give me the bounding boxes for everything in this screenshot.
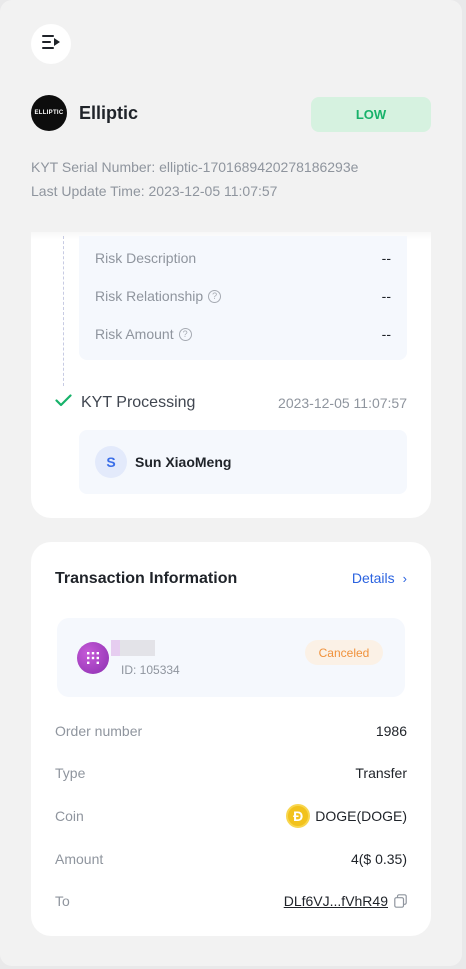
- coin-value: DOGE(DOGE): [315, 808, 407, 824]
- transaction-id: ID: 105334: [121, 663, 180, 677]
- details-link[interactable]: Details ›: [352, 570, 407, 586]
- order-number-value: 1986: [375, 723, 407, 739]
- risk-relationship-row: Risk Relationship ? --: [95, 286, 391, 306]
- kyt-serial-number: KYT Serial Number: elliptic-170168942027…: [31, 159, 359, 175]
- coin-row: Coin Ð DOGE(DOGE): [55, 804, 407, 828]
- operator-name: Sun XiaoMeng: [135, 454, 232, 470]
- risk-level-badge: LOW: [311, 97, 431, 132]
- field-label: Amount: [55, 851, 104, 867]
- copy-icon[interactable]: [394, 894, 407, 908]
- help-icon[interactable]: ?: [178, 327, 192, 341]
- chevron-right-icon: ›: [402, 570, 407, 586]
- field-label: Coin: [55, 808, 84, 824]
- operator-box: S Sun XiaoMeng: [79, 430, 407, 494]
- provider-name: Elliptic: [79, 102, 139, 123]
- risk-amount-row: Risk Amount ? --: [95, 324, 391, 344]
- timeline-connector: [63, 236, 64, 386]
- risk-description-label: Risk Description: [95, 250, 197, 266]
- kyt-processing-step: KYT Processing 2023-12-05 11:07:57: [55, 392, 407, 414]
- check-icon: [55, 394, 72, 412]
- status-badge: Canceled: [305, 640, 383, 665]
- type-value: Transfer: [355, 765, 407, 781]
- step-time: 2023-12-05 11:07:57: [278, 395, 407, 411]
- risk-description-value: --: [381, 250, 391, 266]
- provider-header: ELLIPTIC Elliptic: [31, 95, 138, 131]
- elliptic-logo: ELLIPTIC: [31, 95, 67, 131]
- menu-toggle-button[interactable]: [31, 24, 71, 64]
- field-label: To: [55, 893, 70, 909]
- menu-collapse-icon: [41, 34, 61, 55]
- risk-relationship-label: Risk Relationship: [95, 288, 204, 304]
- risk-info-box: Risk Description -- Risk Relationship ? …: [79, 236, 407, 360]
- details-label: Details: [351, 570, 395, 586]
- avatar: S: [95, 446, 127, 478]
- risk-relationship-value: --: [381, 288, 391, 304]
- doge-coin-icon: Ð: [286, 804, 311, 828]
- field-label: Type: [55, 765, 86, 781]
- risk-description-row: Risk Description --: [95, 248, 391, 268]
- risk-amount-value: --: [381, 326, 391, 342]
- transaction-summary-box: ID: 105334 Canceled: [57, 618, 405, 697]
- risk-amount-label: Risk Amount: [95, 326, 174, 342]
- step-title: KYT Processing: [81, 394, 196, 411]
- help-icon[interactable]: ?: [208, 289, 222, 303]
- amount-row: Amount 4($ 0.35): [55, 849, 407, 869]
- to-address-row: To DLf6VJ...fVhR49: [55, 891, 407, 911]
- redacted-name: [111, 640, 155, 656]
- kyt-detail-panel: ELLIPTIC Elliptic LOW KYT Serial Number:…: [0, 0, 462, 966]
- last-update-time: Last Update Time: 2023-12-05 11:07:57: [31, 183, 278, 199]
- field-label: Order number: [55, 723, 143, 739]
- token-icon: [77, 642, 109, 674]
- section-title: Transaction Information: [55, 570, 238, 587]
- order-number-row: Order number 1986: [55, 721, 407, 741]
- amount-value: 4($ 0.35): [350, 851, 407, 867]
- transaction-info-card: Transaction Information Details › ID: 10…: [31, 542, 431, 936]
- to-address-link[interactable]: DLf6VJ...fVhR49: [284, 893, 388, 909]
- type-row: Type Transfer: [55, 763, 407, 783]
